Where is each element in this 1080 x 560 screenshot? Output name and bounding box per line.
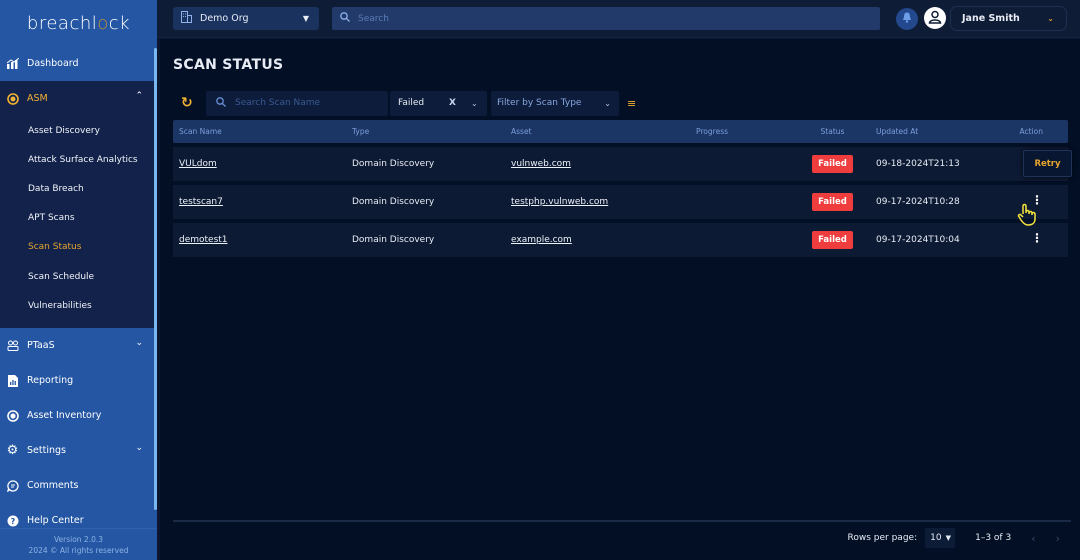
global-search-input[interactable]: Search [332,7,880,30]
sidebar-subitem-vulnerabilities[interactable]: Vulnerabilities [0,291,157,320]
sidebar-item-settings[interactable]: ⚙ Settings ⌄ [0,433,157,468]
org-selector[interactable]: Demo Org ▼ [173,7,319,30]
clear-filter-icon[interactable]: X [449,98,456,108]
sidebar-subitem-attack-surface-analytics[interactable]: Attack Surface Analytics [0,145,157,174]
sidebar-subitem-data-breach[interactable]: Data Breach [0,174,157,203]
gear-icon: ⚙ [6,443,19,459]
scan-name-link[interactable]: demotest1 [179,235,228,245]
report-icon [6,374,19,387]
table-row: demotest1 Domain Discovery example.com F… [173,223,1068,257]
search-icon [340,12,350,25]
header-status: Status [820,127,845,136]
svg-text:?: ? [10,517,15,526]
scan-type-filter-select[interactable]: Filter by Scan Type ⌄ [491,90,619,116]
retry-button[interactable]: Retry [1023,150,1072,177]
sidebar-footer: Version 2.0.3 2024 © All rights reserved [0,528,157,560]
header-action: Action [1019,127,1044,136]
chevron-down-icon: ⌄ [135,338,143,349]
more-actions-icon[interactable]: ⋮ [1031,194,1043,206]
version-text: Version 2.0.3 [53,535,104,544]
chevron-up-icon: ⌃ [135,91,143,101]
copyright-text: 2024 © All rights reserved [28,546,129,555]
scan-type: Domain Discovery [352,197,435,207]
target-icon [6,92,19,105]
chart-icon [6,57,19,70]
scan-type: Domain Discovery [352,159,435,169]
rows-per-page-select[interactable]: 10 ▼ [925,528,956,548]
sidebar-subitem-scan-status[interactable]: Scan Status [0,233,157,262]
asset-icon [6,409,19,422]
updated-at: 09-17-2024T10:28 [876,197,960,207]
header-asset: Asset [511,127,532,136]
sidebar-item-asm[interactable]: ASM ⌃ [0,81,157,116]
table-row: VULdom Domain Discovery vulnweb.com Fail… [173,147,1068,181]
hand-cursor-icon [1017,203,1037,230]
top-bar: Demo Org ▼ Search Jane Smith ⌄ [157,0,1080,38]
table-row: testscan7 Domain Discovery testphp.vulnw… [173,185,1068,219]
updated-at: 09-18-2024T21:13 [876,159,960,169]
sort-list-icon[interactable]: ≡ [627,97,636,110]
avatar[interactable] [924,7,946,29]
updated-at: 09-17-2024T10:04 [876,235,960,245]
sidebar-item-comments[interactable]: Comments [0,468,157,503]
sidebar-subitem-scan-schedule[interactable]: Scan Schedule [0,262,157,291]
asset-link[interactable]: testphp.vulnweb.com [511,197,608,207]
sidebar-subitem-asset-discovery[interactable]: Asset Discovery [0,116,157,145]
chevron-down-icon: ⌄ [604,98,611,108]
refresh-icon[interactable]: ↻ [181,95,205,111]
scan-name-search-input[interactable]: Search Scan Name [206,90,388,116]
sidebar-item-reporting[interactable]: Reporting [0,363,157,398]
header-progress: Progress [696,127,729,136]
help-icon: ? [6,514,19,527]
sidebar: breachl o ck Dashboard ASM ⌃ Asset Discove… [0,0,157,560]
rows-per-page-label: Rows per page: [847,533,918,543]
building-icon [181,11,192,26]
table-header: Scan Name Type Asset Progress Status Upd… [173,120,1068,143]
users-icon [6,339,19,352]
page-title: SCAN STATUS [173,57,284,73]
sidebar-item-ptaas[interactable]: PTaaS ⌄ [0,328,157,363]
next-page-button[interactable]: › [1056,532,1060,545]
notifications-button[interactable] [896,8,918,30]
filter-bar: ↻ Search Scan Name Failed X ⌄ Filter by … [173,90,636,116]
scan-type: Domain Discovery [352,235,435,245]
header-updated-at: Updated At [876,127,919,136]
status-badge: Failed [812,155,853,173]
bell-icon [902,12,912,26]
brand-logo[interactable]: breachl o ck [0,0,157,46]
asset-link[interactable]: example.com [511,235,572,245]
user-menu[interactable]: Jane Smith ⌄ [950,6,1067,31]
footer-divider [173,520,1071,522]
prev-page-button[interactable]: ‹ [1031,532,1035,545]
more-actions-icon[interactable]: ⋮ [1031,232,1043,244]
header-type: Type [352,127,370,136]
caret-down-icon: ▼ [945,534,951,542]
search-icon [216,96,226,110]
chevron-down-icon: ⌄ [135,443,143,454]
main-content: SCAN STATUS ↻ Search Scan Name Failed X … [160,39,1080,560]
page-range: 1–3 of 3 [975,533,1012,543]
user-icon [928,10,942,27]
sidebar-item-dashboard[interactable]: Dashboard [0,46,157,81]
sidebar-scrollbar[interactable] [154,48,157,510]
asm-section: ASM ⌃ Asset Discovery Attack Surface Ana… [0,81,157,329]
status-badge: Failed [812,193,853,211]
chevron-down-icon[interactable]: ⌄ [471,99,478,108]
scan-name-link[interactable]: testscan7 [179,197,223,207]
header-scan-name: Scan Name [179,127,222,136]
chevron-down-icon: ⌄ [1047,14,1054,23]
sidebar-item-asset-inventory[interactable]: Asset Inventory [0,398,157,433]
pagination: Rows per page: 10 ▼ 1–3 of 3 ‹ › [848,528,1060,548]
asset-link[interactable]: vulnweb.com [511,159,571,169]
comment-icon [6,479,19,492]
status-badge: Failed [812,231,853,249]
scan-status-table: Scan Name Type Asset Progress Status Upd… [173,120,1068,257]
sidebar-subitem-apt-scans[interactable]: APT Scans [0,204,157,233]
chevron-down-icon: ▼ [302,14,309,23]
status-filter-select[interactable]: Failed X ⌄ [390,90,487,116]
scan-name-link[interactable]: VULdom [179,159,217,169]
